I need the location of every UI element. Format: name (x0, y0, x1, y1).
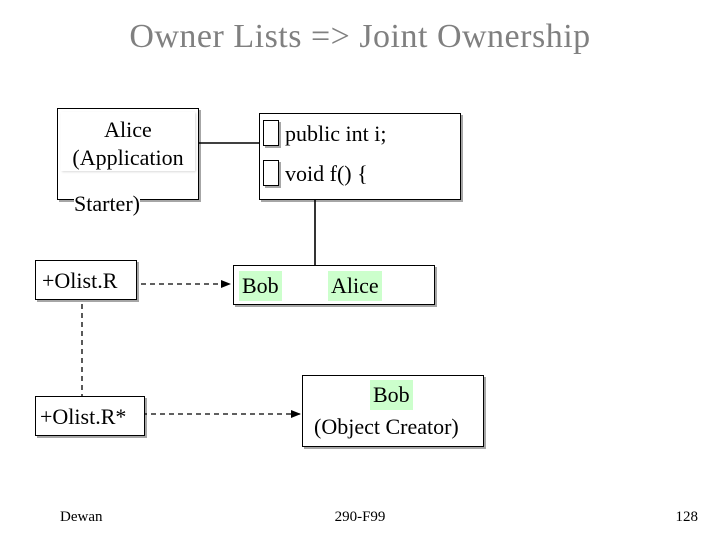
olist-r-label: +Olist.R (42, 267, 117, 295)
creator-label: (Object Creator) (314, 413, 459, 441)
alice-line2: (Application (61, 144, 195, 172)
slide-title: Owner Lists => Joint Ownership (0, 18, 720, 56)
footer-page: 128 (676, 509, 699, 526)
alice-line1: Alice (61, 116, 195, 144)
alice-label: Alice (328, 271, 382, 301)
alice-box-front: Alice (Application (61, 112, 195, 171)
code-inner-marker-1 (263, 120, 279, 146)
code-line2: void f() { (285, 160, 368, 188)
footer-course: 290-F99 (0, 509, 720, 526)
olist-rstar-label: +Olist.R* (40, 403, 126, 431)
bob2-label: Bob (370, 380, 413, 410)
code-box-front: public int i; void f() { (263, 116, 457, 195)
bob-label: Bob (239, 271, 282, 301)
code-inner-marker-2 (263, 160, 279, 186)
starter-label: Starter) (74, 190, 140, 218)
code-line1: public int i; (285, 120, 386, 148)
